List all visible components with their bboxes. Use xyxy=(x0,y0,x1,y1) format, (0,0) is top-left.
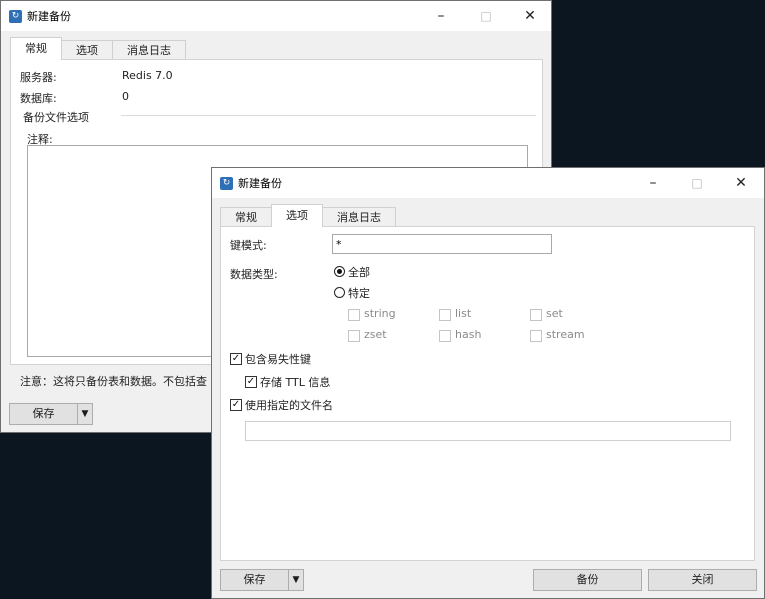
checkbox-use-filename[interactable]: ✓ xyxy=(230,399,242,411)
app-icon: ↻ xyxy=(220,176,233,190)
checkbox-zset-label[interactable]: zset xyxy=(364,328,387,341)
close-button[interactable]: ✕ xyxy=(507,1,553,31)
data-type-label: 数据类型: xyxy=(230,268,278,281)
backup-button[interactable]: 备份 xyxy=(533,569,642,591)
store-ttl-label[interactable]: 存储 TTL 信息 xyxy=(260,374,330,390)
checkbox-include-volatile[interactable]: ✓ xyxy=(230,353,242,365)
back-note: 注意：这将只备份表和数据。不包括查 xyxy=(20,375,207,388)
front-window-title: 新建备份 xyxy=(238,177,282,190)
front-save-dropdown-icon[interactable]: ▼ xyxy=(289,570,303,590)
checkbox-stream[interactable] xyxy=(530,330,542,342)
tab-options[interactable]: 选项 xyxy=(61,40,113,60)
checkbox-hash-label[interactable]: hash xyxy=(455,328,481,341)
close-button[interactable]: ✕ xyxy=(718,168,764,198)
front-tab-bar: 常规 选项 消息日志 xyxy=(220,204,396,227)
back-save-dropdown-icon[interactable]: ▼ xyxy=(78,404,92,424)
checkbox-hash[interactable] xyxy=(439,330,451,342)
front-save-split-button[interactable]: 保存 ▼ xyxy=(220,569,304,591)
database-value: 0 xyxy=(122,90,129,103)
key-pattern-label: 键模式: xyxy=(230,239,267,252)
back-save-button[interactable]: 保存 xyxy=(10,404,78,424)
checkbox-list-label[interactable]: list xyxy=(455,307,471,320)
radio-specific[interactable] xyxy=(334,287,345,298)
app-icon: ↻ xyxy=(9,9,22,23)
front-title-bar: ↻ 新建备份 – □ ✕ xyxy=(212,168,764,198)
filename-input[interactable] xyxy=(245,421,731,441)
server-label: 服务器: xyxy=(20,71,57,84)
front-tab-panel: 键模式: 数据类型: 全部 特定 string list set zset ha… xyxy=(220,226,755,561)
front-save-button[interactable]: 保存 xyxy=(221,570,289,590)
checkbox-list[interactable] xyxy=(439,309,451,321)
back-window-title: 新建备份 xyxy=(27,10,71,23)
maximize-button[interactable]: □ xyxy=(674,168,720,198)
checkbox-stream-label[interactable]: stream xyxy=(546,328,585,341)
minimize-button[interactable]: – xyxy=(418,1,464,31)
checkbox-set[interactable] xyxy=(530,309,542,321)
front-window: ↻ 新建备份 – □ ✕ 常规 选项 消息日志 键模式: 数据类型: 全部 特定… xyxy=(211,167,765,599)
server-value: Redis 7.0 xyxy=(122,69,173,82)
maximize-button[interactable]: □ xyxy=(463,1,509,31)
close-dialog-button[interactable]: 关闭 xyxy=(648,569,757,591)
tab-message-log[interactable]: 消息日志 xyxy=(322,207,396,227)
group-title: 备份文件选项 xyxy=(23,111,89,124)
tab-general[interactable]: 常规 xyxy=(10,37,62,60)
minimize-button[interactable]: – xyxy=(630,168,676,198)
database-label: 数据库: xyxy=(20,92,57,105)
tab-message-log[interactable]: 消息日志 xyxy=(112,40,186,60)
group-divider xyxy=(121,115,536,116)
use-filename-label[interactable]: 使用指定的文件名 xyxy=(245,397,333,413)
tab-general[interactable]: 常规 xyxy=(220,207,272,227)
back-save-split-button[interactable]: 保存 ▼ xyxy=(9,403,93,425)
radio-specific-label[interactable]: 特定 xyxy=(348,285,370,301)
checkbox-set-label[interactable]: set xyxy=(546,307,563,320)
checkbox-string[interactable] xyxy=(348,309,360,321)
back-tab-bar: 常规 选项 消息日志 xyxy=(10,37,186,60)
checkbox-string-label[interactable]: string xyxy=(364,307,396,320)
back-title-bar: ↻ 新建备份 – □ ✕ xyxy=(1,1,551,31)
include-volatile-label[interactable]: 包含易失性键 xyxy=(245,351,311,367)
checkbox-store-ttl[interactable]: ✓ xyxy=(245,376,257,388)
checkbox-zset[interactable] xyxy=(348,330,360,342)
radio-all-label[interactable]: 全部 xyxy=(348,264,370,280)
radio-all[interactable] xyxy=(334,266,345,277)
key-pattern-input[interactable] xyxy=(332,234,552,254)
tab-options[interactable]: 选项 xyxy=(271,204,323,227)
